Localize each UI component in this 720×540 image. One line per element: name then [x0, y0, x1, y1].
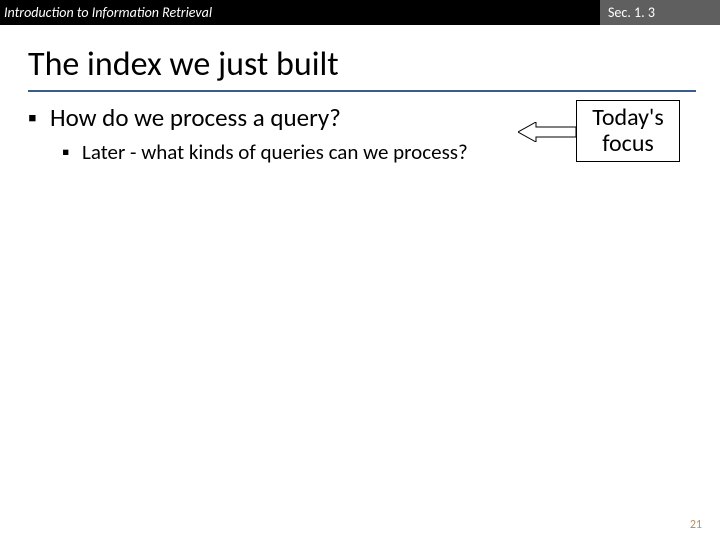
arrow-left-icon	[518, 122, 576, 142]
title-rule	[28, 90, 696, 92]
section-label: Sec. 1. 3	[600, 0, 720, 25]
header-bar: Introduction to Information Retrieval Se…	[0, 0, 720, 25]
page-number: 21	[690, 518, 702, 532]
callout-line2: focus	[602, 129, 654, 158]
square-bullet-icon: ▪	[62, 139, 82, 165]
square-bullet-icon: ▪	[28, 102, 50, 133]
slide: Introduction to Information Retrieval Se…	[0, 0, 720, 540]
callout-box: Today's focus	[576, 100, 680, 162]
bullet-text: How do we process a query?	[50, 102, 341, 133]
slide-title: The index we just built	[28, 44, 339, 85]
bullet-text: Later - what kinds of queries can we pro…	[82, 139, 468, 165]
callout-line1: Today's	[592, 103, 663, 132]
course-title: Introduction to Information Retrieval	[0, 4, 600, 21]
